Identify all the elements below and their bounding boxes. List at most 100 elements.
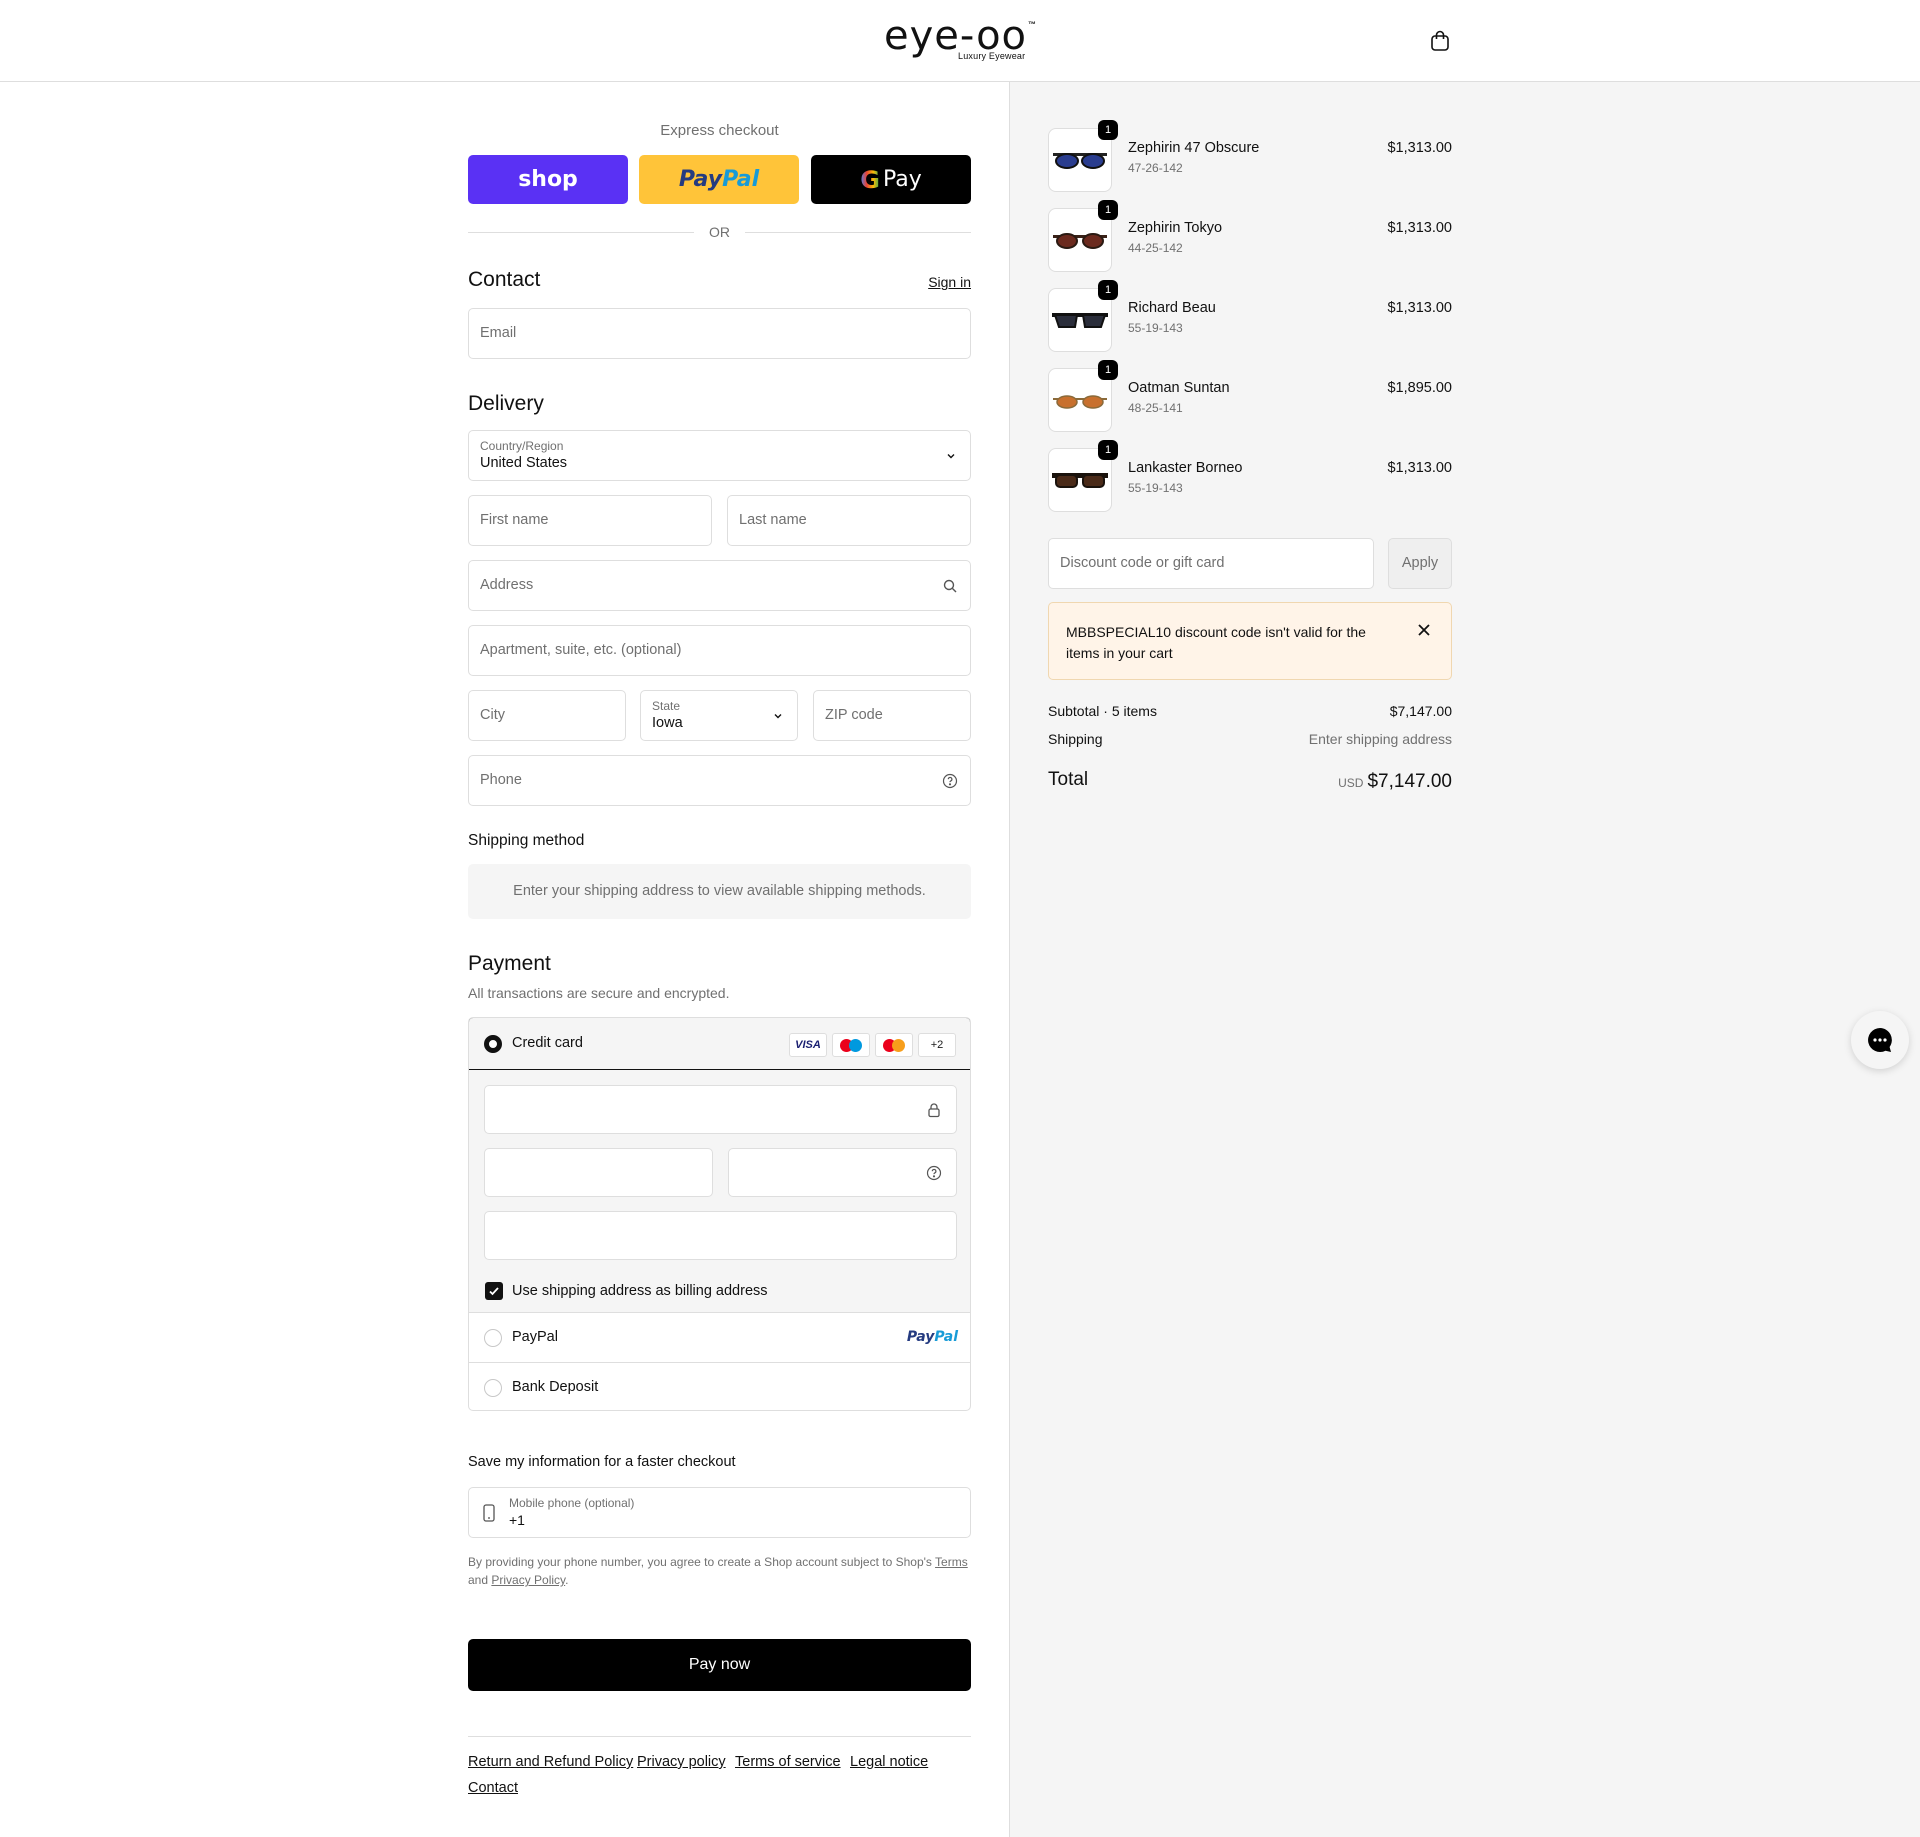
legal-text-1: By providing your phone number, you agre…	[468, 1555, 936, 1569]
lock-icon	[928, 1103, 940, 1118]
card-number-field[interactable]	[484, 1085, 957, 1134]
total-label: Total	[1048, 769, 1089, 790]
credit-card-form: Use shipping address as billing address	[469, 1070, 970, 1313]
billing-address-checkbox[interactable]	[485, 1282, 503, 1300]
or-divider: OR	[468, 222, 971, 242]
shipping-method-message: Enter your shipping address to view avai…	[468, 864, 971, 919]
header: eye-oo ™ Luxury Eyewear	[0, 0, 1920, 82]
paypal-radio[interactable]	[484, 1329, 502, 1347]
paypal-option[interactable]: PayPal PayPal	[469, 1313, 970, 1363]
product-price: $1,895.00	[1387, 380, 1452, 396]
paypal-label-pay: Pay	[678, 167, 723, 192]
express-checkout-title: Express checkout	[660, 122, 779, 139]
paypal-label-pal: Pal	[722, 167, 760, 192]
shop-legal-text: By providing your phone number, you agre…	[468, 1553, 971, 1589]
bank-deposit-radio[interactable]	[484, 1379, 502, 1397]
chevron-down-icon	[774, 714, 782, 719]
paypal-label: PayPal	[512, 1329, 558, 1345]
product-price: $1,313.00	[1387, 300, 1452, 316]
footer-link-terms[interactable]: Terms of service	[735, 1754, 841, 1770]
payment-subtitle: All transactions are secure and encrypte…	[468, 985, 730, 1001]
name-on-card-field[interactable]	[484, 1211, 957, 1260]
apply-discount-button[interactable]: Apply	[1388, 538, 1452, 589]
footer-link-legal-notice[interactable]: Legal notice	[850, 1754, 928, 1770]
cart-item: 1 Richard Beau 55-19-143 $1,313.00	[1048, 280, 1452, 352]
privacy-policy-link[interactable]: Privacy Policy	[491, 1573, 565, 1587]
contact-title: Contact	[468, 268, 541, 291]
mobile-phone-value: +1	[509, 1512, 525, 1528]
discount-code-field[interactable]: Discount code or gift card	[1048, 538, 1374, 589]
google-g-icon: G	[860, 165, 880, 194]
product-name: Richard Beau	[1128, 300, 1216, 316]
total-row: Total USD $7,147.00	[1048, 769, 1452, 795]
payment-methods: Credit card VISA +2 Use shipping address…	[468, 1017, 971, 1411]
city-placeholder: City	[480, 707, 505, 723]
phone-field[interactable]: Phone	[468, 755, 971, 806]
gpay-label: Pay	[882, 167, 922, 192]
phone-placeholder: Phone	[480, 772, 522, 788]
country-label: Country/Region	[480, 439, 564, 453]
footer-divider	[468, 1736, 971, 1737]
product-price: $1,313.00	[1387, 220, 1452, 236]
payment-title: Payment	[468, 952, 551, 975]
discount-error-message: MBBSPECIAL10 discount code isn't valid f…	[1066, 624, 1366, 661]
shopping-bag-icon[interactable]	[1428, 29, 1452, 53]
help-icon[interactable]	[942, 773, 958, 789]
currency-code: USD	[1338, 776, 1364, 790]
product-size: 55-19-143	[1128, 481, 1183, 495]
first-name-field[interactable]: First name	[468, 495, 712, 546]
pay-now-button[interactable]: Pay now	[468, 1639, 971, 1691]
last-name-field[interactable]: Last name	[727, 495, 971, 546]
apartment-field[interactable]: Apartment, suite, etc. (optional)	[468, 625, 971, 676]
quantity-badge: 1	[1098, 200, 1118, 220]
product-price: $1,313.00	[1387, 460, 1452, 476]
chat-button[interactable]	[1851, 1011, 1909, 1069]
address-placeholder: Address	[480, 577, 534, 593]
sign-in-link[interactable]: Sign in	[928, 274, 971, 290]
logo-tagline: Luxury Eyewear	[958, 51, 1026, 61]
terms-link[interactable]: Terms	[935, 1555, 968, 1569]
product-size: 55-19-143	[1128, 321, 1183, 335]
credit-card-option[interactable]: Credit card VISA +2	[469, 1018, 970, 1070]
visa-label: VISA	[795, 1039, 821, 1051]
city-field[interactable]: City	[468, 690, 626, 741]
expiration-date-field[interactable]	[484, 1148, 713, 1197]
product-name: Lankaster Borneo	[1128, 460, 1243, 476]
mobile-phone-field[interactable]: Mobile phone (optional) +1	[468, 1487, 971, 1538]
google-pay-button[interactable]: G Pay	[811, 155, 971, 204]
product-name: Oatman Suntan	[1128, 380, 1230, 396]
logo[interactable]: eye-oo ™ Luxury Eyewear	[884, 14, 1039, 64]
subtotal-label: Subtotal · 5 items	[1048, 703, 1157, 719]
subtotal-row: Subtotal · 5 items $7,147.00	[1048, 703, 1452, 719]
state-select[interactable]: State Iowa	[640, 690, 798, 741]
country-select[interactable]: Country/Region United States	[468, 430, 971, 481]
bank-deposit-option[interactable]: Bank Deposit	[469, 1363, 970, 1410]
paypal-logo-pay: Pay	[906, 1329, 935, 1345]
close-icon[interactable]	[1417, 623, 1431, 637]
maestro-icon	[832, 1033, 870, 1057]
paypal-logo: PayPal	[907, 1329, 958, 1345]
zip-placeholder: ZIP code	[825, 707, 883, 723]
zip-field[interactable]: ZIP code	[813, 690, 971, 741]
delivery-title: Delivery	[468, 392, 544, 415]
footer-link-contact[interactable]: Contact	[468, 1780, 518, 1796]
email-field[interactable]: Email	[468, 308, 971, 359]
help-icon[interactable]	[926, 1165, 942, 1181]
or-label: OR	[709, 224, 730, 240]
shop-pay-button[interactable]: shop	[468, 155, 628, 204]
footer-link-privacy-policy[interactable]: Privacy policy	[637, 1754, 726, 1770]
state-value: Iowa	[652, 715, 683, 731]
paypal-express-button[interactable]: Pay Pal	[639, 155, 799, 204]
search-icon	[943, 579, 957, 593]
product-name: Zephirin 47 Obscure	[1128, 140, 1260, 156]
security-code-field[interactable]	[728, 1148, 957, 1197]
discount-error-alert: MBBSPECIAL10 discount code isn't valid f…	[1048, 602, 1452, 680]
address-field[interactable]: Address	[468, 560, 971, 611]
bank-deposit-label: Bank Deposit	[512, 1379, 599, 1395]
shipping-label: Shipping	[1048, 731, 1103, 747]
checkmark-icon	[489, 1287, 499, 1296]
footer-link-refund-policy[interactable]: Return and Refund Policy	[468, 1754, 633, 1770]
first-name-placeholder: First name	[480, 512, 549, 528]
more-cards-badge: +2	[918, 1033, 956, 1057]
credit-card-radio[interactable]	[484, 1035, 502, 1053]
